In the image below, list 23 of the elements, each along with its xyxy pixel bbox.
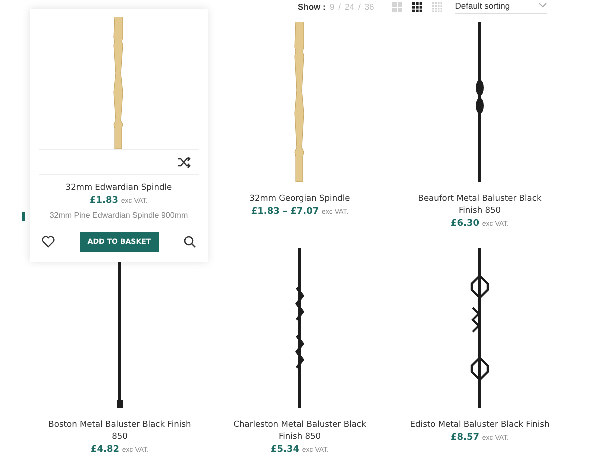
- product-title[interactable]: Charleston Metal Baluster Black Finish 850: [226, 418, 374, 442]
- sorting-dropdown[interactable]: Default sorting: [455, 0, 548, 14]
- product-title[interactable]: Boston Metal Baluster Black Finish 850: [46, 418, 194, 442]
- price: £8.57: [451, 433, 480, 443]
- product-title[interactable]: Edisto Metal Baluster Black Finish: [406, 418, 554, 430]
- shuffle-icon[interactable]: [178, 156, 191, 168]
- price: £6.30: [451, 219, 480, 229]
- chevron-down-icon: [539, 3, 548, 8]
- price: £1.83 – £7.07: [251, 207, 320, 217]
- product-description: 32mm Pine Edwardian Spindle 900mm: [50, 211, 188, 220]
- heart-icon[interactable]: [42, 236, 55, 248]
- product-title[interactable]: 32mm Edwardian Spindle: [39, 181, 199, 193]
- grid-view-icon[interactable]: [412, 2, 424, 12]
- search-icon[interactable]: [184, 236, 196, 248]
- separator: /: [358, 2, 361, 12]
- sidebar-marker: [22, 212, 25, 221]
- price: £1.83: [90, 196, 118, 206]
- product-title[interactable]: Beaufort Metal Baluster Black Finish 850: [406, 192, 554, 216]
- price: £5.34: [271, 445, 300, 455]
- separator: /: [338, 2, 341, 12]
- product-title[interactable]: 32mm Georgian Spindle: [226, 192, 374, 204]
- show-label: Show :: [298, 2, 326, 12]
- price: £4.82: [91, 445, 120, 455]
